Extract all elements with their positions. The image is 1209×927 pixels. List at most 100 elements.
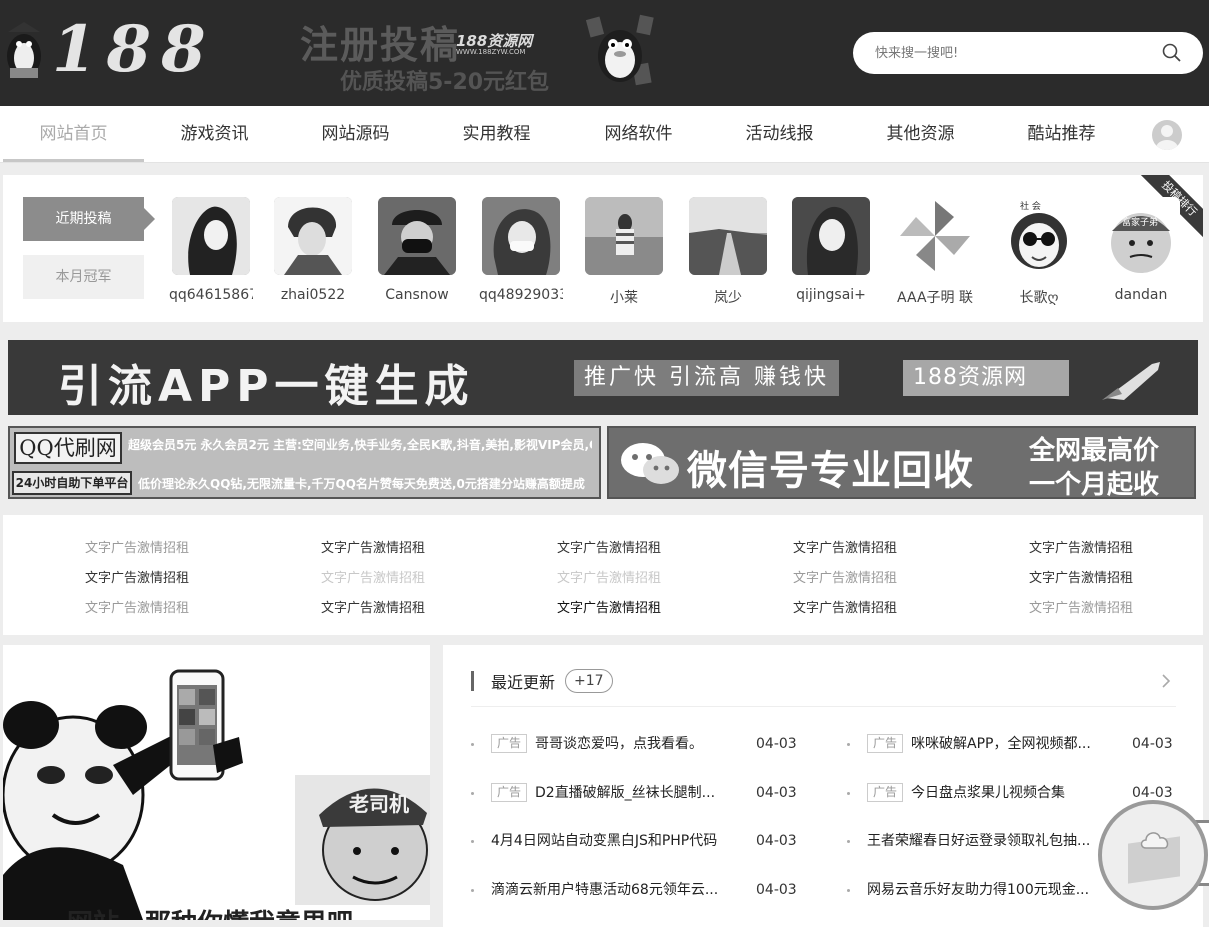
text-ad-link[interactable]: 文字广告激情招租: [85, 537, 285, 556]
text-ad-link[interactable]: 文字广告激情招租: [793, 567, 993, 586]
news-item[interactable]: 广告 今日盘点浆果儿视频合集 04-03: [847, 782, 1177, 804]
search-box[interactable]: [853, 32, 1203, 74]
floating-cloud-button[interactable]: [1098, 800, 1208, 910]
text-ad-link[interactable]: 文字广告激情招租: [1029, 597, 1209, 616]
contributor-card[interactable]: qq64615867: [169, 197, 253, 303]
news-date: 04-03: [756, 882, 797, 898]
wechat-banner-right2: 一个月起收: [1029, 470, 1160, 500]
bullet-dot: [471, 889, 474, 892]
text-ad-link[interactable]: 文字广告激情招租: [1029, 567, 1209, 586]
anime-girl-mask-avatar: [482, 197, 560, 275]
text-ad-link[interactable]: 文字广告激情招租: [793, 597, 993, 616]
feature-image[interactable]: 老司机 网站，那种你懂我意思吧: [3, 645, 430, 920]
contributor-card[interactable]: 富家子弟 dandan: [1099, 197, 1183, 303]
penguin-money-icon: [586, 14, 654, 86]
news-title[interactable]: D2直播破解版_丝袜长腿制...: [535, 782, 740, 804]
title-accent: [471, 671, 474, 691]
nav-item-software[interactable]: 网络软件: [568, 106, 709, 162]
qq-banner-tag: 24小时自助下单平台: [12, 471, 132, 495]
nav-item-game-news[interactable]: 游戏资讯: [144, 106, 285, 162]
text-ad-link[interactable]: 文字广告激情招租: [85, 567, 285, 586]
main-nav: 网站首页 游戏资讯 网站源码 实用教程 网络软件 活动线报 其他资源 酷站推荐: [0, 106, 1209, 163]
contributor-name: qq48929033: [479, 287, 563, 303]
masked-boy-avatar: [378, 197, 456, 275]
contributor-name: zhai0522: [280, 287, 346, 303]
contributor-card[interactable]: zhai0522: [271, 197, 355, 303]
wechat-recycle-banner[interactable]: 微信号专业回收 全网最高价 一个月起收: [607, 426, 1196, 500]
anime-girl-avatar: [172, 197, 250, 275]
news-date: 04-03: [756, 785, 797, 801]
news-item[interactable]: 广告 D2直播破解版_丝袜长腿制... 04-03: [471, 782, 801, 804]
bullet-dot: [471, 743, 474, 746]
text-ad-link[interactable]: 文字广告激情招租: [557, 567, 757, 586]
qq-service-banner[interactable]: QQ代刷网 超级会员5元 永久会员2元 主营:空间业务,快手业务,全民K歌,抖音…: [8, 426, 601, 499]
nav-item-home[interactable]: 网站首页: [3, 106, 144, 162]
contributor-name: 岚少: [714, 290, 742, 306]
promo-banner[interactable]: 注册投稿 188资源网 WWW.188ZYW.COM 优质投稿5-20元红包: [296, 8, 666, 98]
text-ad-link[interactable]: 文字广告激情招租: [321, 597, 521, 616]
banner-main-text: 引流APP一键生成: [58, 361, 475, 412]
tab-recent-posts[interactable]: 近期投稿: [23, 197, 155, 241]
wechat-banner-text: 微信号专业回收: [687, 448, 974, 494]
text-ad-link[interactable]: 文字广告激情招租: [85, 597, 285, 616]
text-ad-link[interactable]: 文字广告激情招租: [321, 567, 521, 586]
meme-badge: 老司机: [349, 792, 409, 816]
wechat-banner-right1: 全网最高价: [1029, 436, 1160, 466]
contributor-card[interactable]: qq48929033: [479, 197, 563, 303]
news-date: 04-03: [1132, 736, 1173, 752]
contributor-card[interactable]: 社 会 长歌ღ: [997, 197, 1081, 307]
ad-tag: 广告: [491, 783, 528, 802]
contributor-name: 长歌ღ: [1019, 290, 1059, 306]
chevron-right-icon[interactable]: [1159, 671, 1173, 691]
news-title[interactable]: 咪咪破解APP，全网视频都...: [911, 733, 1116, 755]
news-title[interactable]: 4月4日网站自动变黑白JS和PHP代码: [491, 830, 741, 852]
tab-monthly-champion[interactable]: 本月冠军: [23, 255, 144, 299]
contributor-card[interactable]: qijingsai+: [789, 197, 873, 303]
news-item[interactable]: 滴滴云新用户特惠活动68元领年云... 04-03: [471, 879, 801, 901]
rocket-icon: [1102, 362, 1160, 400]
news-title[interactable]: 哥哥谈恋爱吗，点我看看。: [535, 733, 740, 755]
text-ad-link[interactable]: 文字广告激情招租: [557, 537, 757, 556]
qq-banner-line1: 超级会员5元 永久会员2元 主营:空间业务,快手业务,全民K歌,抖音,美拍,影视…: [128, 438, 592, 452]
nav-item-activities[interactable]: 活动线报: [709, 106, 850, 162]
text-ad-link[interactable]: 文字广告激情招租: [793, 537, 993, 556]
news-item[interactable]: 4月4日网站自动变黑白JS和PHP代码 04-03: [471, 830, 801, 852]
contributor-card[interactable]: Cansnow: [375, 197, 459, 303]
user-avatar[interactable]: [1152, 120, 1182, 150]
text-ads-grid: 文字广告激情招租 文字广告激情招租 文字广告激情招租 文字广告激情招租 文字广告…: [3, 515, 1203, 635]
bullet-dot: [847, 743, 850, 746]
contributor-card[interactable]: 小莱: [582, 197, 666, 307]
bullet-dot: [847, 840, 850, 843]
contributor-name: 小莱: [610, 290, 638, 306]
banner-brand: 188资源网: [903, 360, 1069, 396]
news-title[interactable]: 滴滴云新用户特惠活动68元领年云...: [491, 879, 741, 901]
search-input[interactable]: [875, 42, 1155, 64]
panda-meme-illustration: 老司机: [3, 645, 430, 920]
text-ad-link[interactable]: 文字广告激情招租: [321, 537, 521, 556]
news-title[interactable]: 王者荣耀春日好运登录领取礼包抽...: [867, 830, 1102, 852]
news-title[interactable]: 今日盘点浆果儿视频合集: [911, 782, 1116, 804]
site-logo[interactable]: 188: [4, 12, 206, 90]
text-ad-link[interactable]: 文字广告激情招租: [1029, 537, 1209, 556]
cloud-icon: [1140, 832, 1169, 849]
news-item[interactable]: 广告 哥哥谈恋爱吗，点我看看。 04-03: [471, 733, 801, 755]
news-title[interactable]: 网易云音乐好友助力得100元现金...: [867, 879, 1102, 901]
contributor-card[interactable]: AAA子明 联: [893, 197, 977, 307]
pinwheel-avatar: [896, 197, 974, 275]
qq-banner-line2: 低价理论永久QQ钻,无限流量卡,千万QQ名片赞每天免费送,0元搭建分站赚高额提成: [138, 477, 585, 491]
text-ad-link[interactable]: 文字广告激情招租: [557, 597, 757, 616]
promo-line2: 优质投稿5-20元红包: [340, 70, 550, 95]
update-count-badge: +17: [565, 669, 613, 693]
user-icon: [1156, 125, 1178, 150]
bullet-dot: [847, 792, 850, 795]
nav-item-site-source[interactable]: 网站源码: [285, 106, 426, 162]
app-generator-banner[interactable]: 引流APP一键生成 推广快 引流高 赚钱快 188资源网: [8, 340, 1198, 415]
nav-item-cool-sites[interactable]: 酷站推荐: [991, 106, 1132, 162]
nav-item-tutorials[interactable]: 实用教程: [426, 106, 567, 162]
nav-item-other[interactable]: 其他资源: [850, 106, 991, 162]
search-icon[interactable]: [1161, 42, 1183, 64]
news-item[interactable]: 广告 咪咪破解APP，全网视频都... 04-03: [847, 733, 1177, 755]
bullet-dot: [471, 792, 474, 795]
contributor-card[interactable]: 岚少: [686, 197, 770, 307]
logo-text: 188: [52, 12, 216, 87]
